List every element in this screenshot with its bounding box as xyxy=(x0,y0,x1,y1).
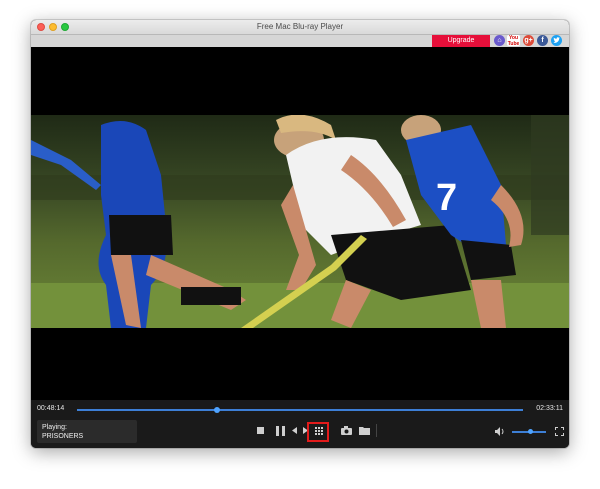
total-time: 02:33:11 xyxy=(536,405,563,412)
upgrade-button[interactable]: Upgrade xyxy=(432,35,490,47)
current-time: 00:48:14 xyxy=(37,405,65,412)
player-window: Free Mac Blu-ray Player Upgrade ⌂ You Tu… xyxy=(31,20,569,448)
google-plus-icon[interactable]: g+ xyxy=(523,35,534,46)
twitter-icon[interactable] xyxy=(551,35,562,46)
fullscreen-icon xyxy=(555,427,564,436)
youtube-icon[interactable]: You Tube xyxy=(507,35,520,47)
open-folder-button[interactable] xyxy=(359,426,370,435)
pause-icon xyxy=(275,426,285,436)
pause-button[interactable] xyxy=(275,426,285,436)
now-playing-box: Playing: PRISONERS xyxy=(37,420,137,443)
stop-icon xyxy=(256,427,264,434)
snapshot-button[interactable] xyxy=(341,426,352,435)
camera-icon xyxy=(341,426,352,435)
svg-text:7: 7 xyxy=(436,177,457,219)
playing-label: Playing: xyxy=(42,424,67,431)
volume-thumb[interactable] xyxy=(528,429,534,434)
window-title: Free Mac Blu-ray Player xyxy=(256,22,344,31)
previous-button[interactable] xyxy=(291,427,297,435)
speaker-icon xyxy=(495,427,504,436)
previous-icon xyxy=(291,427,297,434)
progress-track[interactable] xyxy=(77,409,523,411)
volume-button[interactable] xyxy=(495,427,505,436)
playing-title: PRISONERS xyxy=(42,433,84,440)
folder-icon xyxy=(359,427,370,435)
video-scene: 7 xyxy=(31,115,569,328)
progress-thumb[interactable] xyxy=(214,407,221,413)
facebook-icon[interactable]: f xyxy=(537,35,548,46)
fullscreen-button[interactable] xyxy=(555,427,564,436)
control-bar: 00:48:14 02:33:11 Playing: PRISONERS xyxy=(31,400,569,448)
highlight-box xyxy=(307,422,329,442)
home-icon[interactable]: ⌂ xyxy=(494,35,505,46)
divider xyxy=(376,424,377,437)
stop-button[interactable] xyxy=(256,427,264,435)
video-frame[interactable]: 7 xyxy=(31,115,569,328)
title-bar[interactable]: Free Mac Blu-ray Player xyxy=(31,20,569,35)
